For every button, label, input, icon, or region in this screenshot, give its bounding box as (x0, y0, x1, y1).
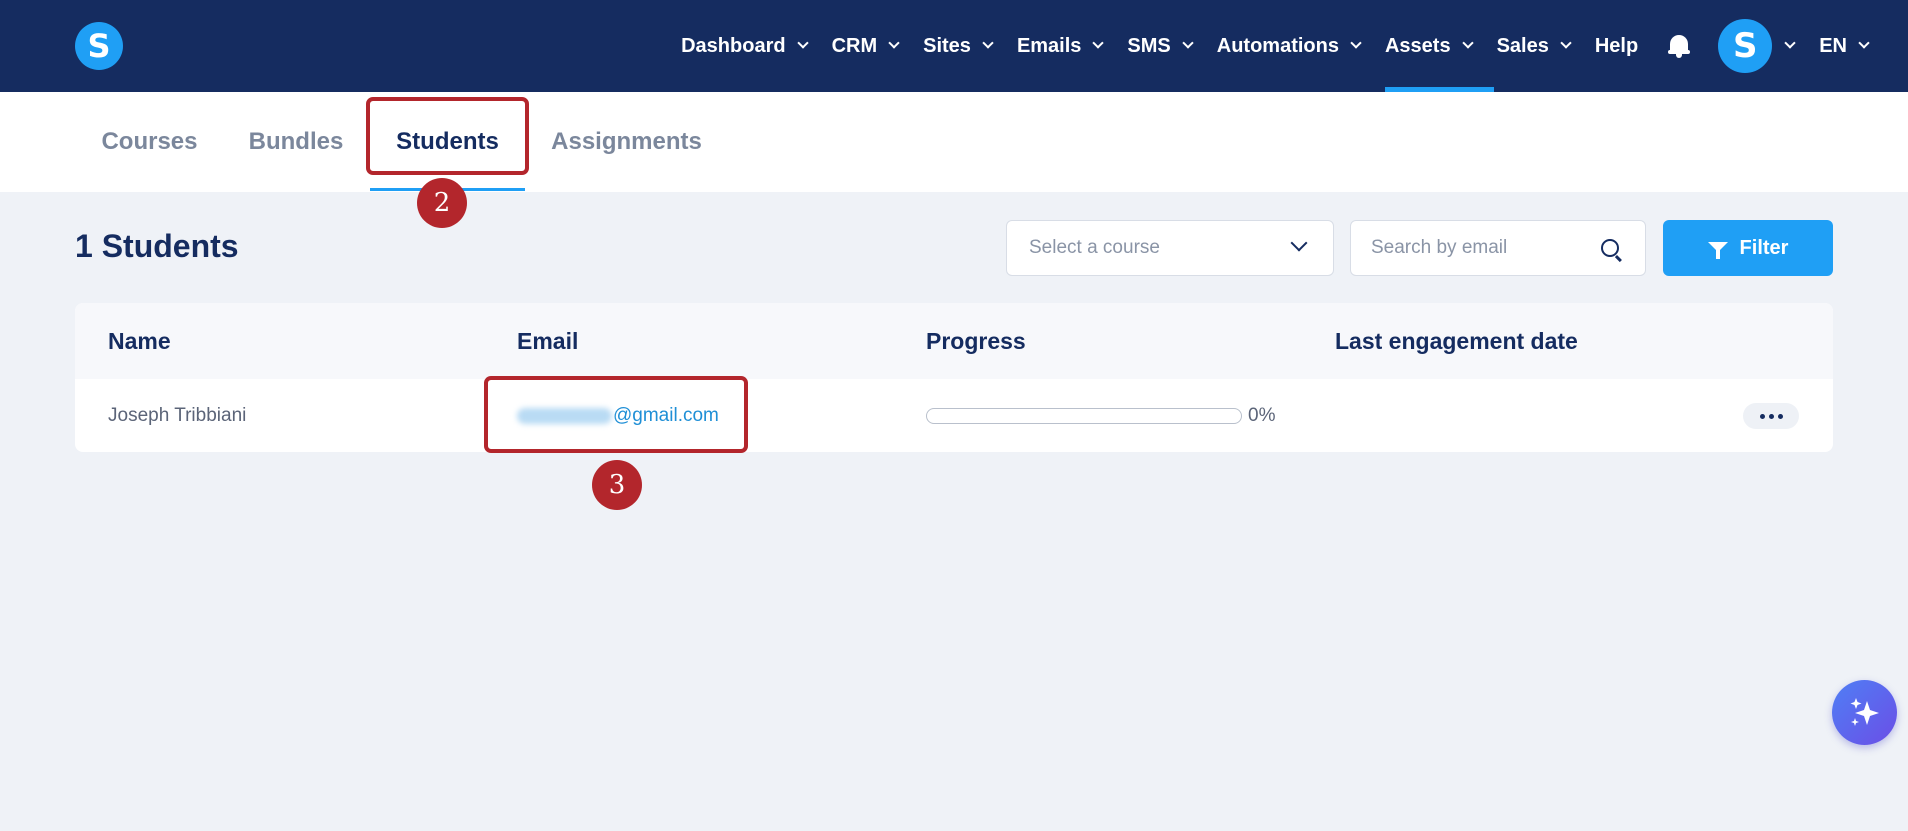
nav-label: Automations (1216, 34, 1339, 57)
nav-item-crm[interactable]: CRM (831, 0, 900, 92)
progress-bar (926, 408, 1242, 424)
nav-label: Assets (1384, 34, 1451, 57)
nav-label: SMS (1127, 34, 1171, 57)
column-header-email: Email (517, 328, 579, 354)
nav-item-sites[interactable]: Sites (923, 0, 994, 92)
nav-item-dashboard[interactable]: Dashboard (681, 0, 809, 92)
column-header-progress: Progress (926, 328, 1026, 354)
chevron-down-icon (1092, 37, 1105, 49)
nav-label: Emails (1016, 34, 1082, 57)
progress-percent: 0% (1248, 405, 1276, 426)
nav-item-automations[interactable]: Automations (1216, 0, 1362, 92)
nav-item-sms[interactable]: SMS (1127, 0, 1194, 92)
table-header: Name Email Progress Last engagement date (75, 303, 1833, 379)
nav-item-help[interactable]: Help (1595, 0, 1638, 92)
nav-label: Sales (1496, 34, 1549, 57)
chevron-down-icon (1560, 37, 1572, 49)
top-navigation-bar: S Dashboard CRM Sites Emails SMS Automat… (0, 0, 1908, 92)
search-icon[interactable] (1601, 239, 1619, 257)
column-header-last-engagement: Last engagement date (1335, 328, 1578, 354)
more-icon (1759, 413, 1765, 419)
email-search (1350, 220, 1646, 276)
search-input[interactable] (1371, 221, 1591, 275)
language-selector[interactable]: EN (1819, 0, 1870, 92)
nav-label: CRM (831, 34, 878, 57)
chevron-down-icon (982, 37, 994, 49)
chevron-down-icon (1350, 37, 1362, 49)
nav-label: Help (1594, 34, 1639, 57)
annotation-step-badge: 3 (592, 460, 642, 510)
course-select-placeholder: Select a course (1029, 237, 1160, 258)
annotation-highlight-email (484, 376, 748, 453)
nav-label: Dashboard (681, 34, 786, 57)
bell-icon[interactable] (1668, 33, 1691, 59)
chevron-down-icon (1290, 234, 1308, 252)
tab-bundles[interactable]: Bundles (240, 92, 352, 192)
language-label: EN (1819, 34, 1847, 57)
main-menu: Dashboard CRM Sites Emails SMS Automatio… (681, 0, 1908, 92)
assets-subnav: Courses Bundles Students Assignments (0, 92, 1908, 192)
chevron-down-icon (796, 37, 809, 49)
nav-item-assets[interactable]: Assets (1384, 0, 1494, 92)
nav-label: Sites (923, 34, 971, 57)
page-title: 1 Students (75, 228, 239, 264)
avatar: S (1718, 19, 1773, 73)
course-select[interactable]: Select a course (1006, 220, 1334, 276)
annotation-highlight-students-tab (366, 97, 529, 175)
nav-item-emails[interactable]: Emails (1016, 0, 1105, 92)
column-header-name: Name (108, 328, 171, 354)
nav-item-sales[interactable]: Sales (1496, 0, 1572, 92)
chevron-down-icon (1784, 37, 1796, 49)
students-table: Name Email Progress Last engagement date… (75, 303, 1833, 452)
filter-button-label: Filter (1739, 236, 1789, 259)
annotation-step-badge: 2 (417, 178, 467, 228)
ai-assistant-button[interactable] (1832, 680, 1897, 745)
chevron-down-icon (1461, 37, 1474, 49)
tab-courses[interactable]: Courses (92, 92, 207, 192)
filter-button[interactable]: Filter (1663, 220, 1833, 276)
chevron-down-icon (1182, 37, 1194, 49)
chevron-down-icon (1858, 37, 1870, 49)
sparkle-icon (1850, 698, 1879, 726)
row-actions-button[interactable] (1743, 403, 1799, 429)
filter-icon (1707, 242, 1728, 259)
account-menu[interactable]: S (1718, 19, 1796, 73)
tab-assignments[interactable]: Assignments (545, 92, 708, 192)
app-logo[interactable]: S (75, 22, 123, 70)
student-name: Joseph Tribbiani (108, 405, 247, 426)
chevron-down-icon (888, 37, 900, 49)
